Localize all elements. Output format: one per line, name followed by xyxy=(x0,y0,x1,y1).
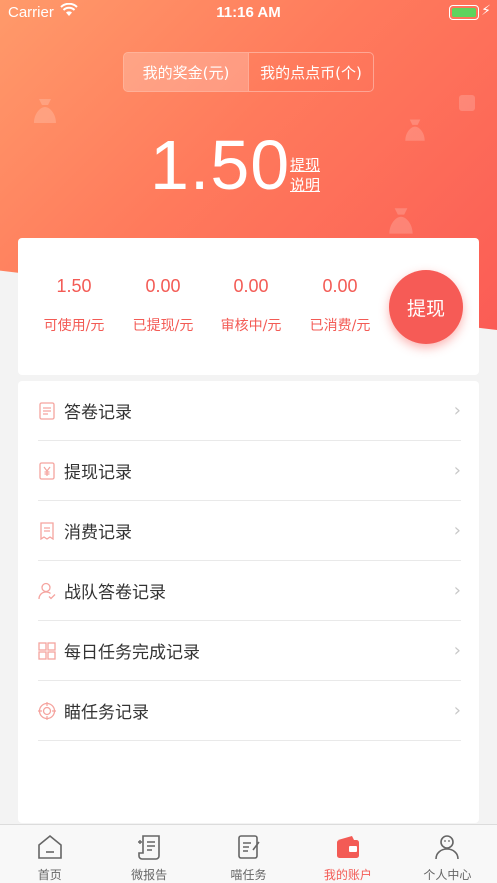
tab-label: 喵任务 xyxy=(230,868,267,882)
stat-reviewing: 0.00 审核中/元 xyxy=(206,276,296,335)
money-bag-icon xyxy=(405,119,425,141)
chevron-right-icon: › xyxy=(453,580,461,601)
stat-label: 可使用/元 xyxy=(43,318,105,334)
tab-account[interactable]: 我的账户 xyxy=(298,825,397,883)
charging-icon: ⚡ xyxy=(481,3,491,19)
target-icon xyxy=(38,701,56,720)
chevron-right-icon: › xyxy=(453,640,461,661)
chevron-right-icon: › xyxy=(453,520,461,541)
money-bag-icon xyxy=(389,208,413,234)
stat-value: 0.00 xyxy=(322,276,358,296)
menu-item-team-records[interactable]: 战队答卷记录 › xyxy=(38,561,461,621)
menu-item-aim-task-records[interactable]: 瞄任务记录 › xyxy=(38,681,461,741)
chevron-right-icon: › xyxy=(453,460,461,481)
tab-home[interactable]: 首页 xyxy=(0,825,99,883)
records-menu: 答卷记录 › 提现记录 › 消费记录 › 战队答卷记录 › 每日任务完成记录 ›… xyxy=(18,381,479,823)
chevron-right-icon: › xyxy=(453,400,461,421)
stat-value: 0.00 xyxy=(233,276,269,296)
stat-label: 已提现/元 xyxy=(132,318,194,334)
menu-item-label: 战队答卷记录 xyxy=(64,583,166,603)
stat-label: 已消费/元 xyxy=(309,318,371,334)
tab-report[interactable]: 微报告 xyxy=(99,825,198,883)
status-time: 11:16 AM xyxy=(216,4,281,21)
tab-label: 首页 xyxy=(37,868,62,882)
stat-value: 1.50 xyxy=(56,276,92,296)
balance-links: 提现 说明 xyxy=(290,155,320,195)
withdraw-button[interactable]: 提现 xyxy=(389,270,463,344)
stat-available: 1.50 可使用/元 xyxy=(29,276,119,335)
tab-label: 个人中心 xyxy=(423,868,472,882)
stat-consumed: 0.00 已消费/元 xyxy=(295,276,385,335)
scroll-icon xyxy=(135,833,163,861)
battery-icon xyxy=(449,5,479,20)
menu-item-label: 每日任务完成记录 xyxy=(64,643,200,663)
stat-withdrawn: 0.00 已提现/元 xyxy=(118,276,208,335)
stat-value: 0.00 xyxy=(145,276,181,296)
tab-task[interactable]: 喵任务 xyxy=(199,825,298,883)
tab-profile[interactable]: 个人中心 xyxy=(398,825,497,883)
grid-icon xyxy=(38,641,56,660)
yuan-icon xyxy=(38,461,56,480)
edit-icon xyxy=(235,833,263,861)
tab-coins[interactable]: 我的点点币(个) xyxy=(248,53,373,91)
user-check-icon xyxy=(38,582,56,600)
menu-item-label: 消费记录 xyxy=(64,523,132,543)
bottom-tab-bar: 首页 微报告 喵任务 我的账户 个人中心 xyxy=(0,824,497,883)
withdraw-link[interactable]: 提现 xyxy=(290,155,320,175)
menu-item-answer-records[interactable]: 答卷记录 › xyxy=(38,381,461,441)
chevron-right-icon: › xyxy=(453,700,461,721)
menu-item-label: 瞄任务记录 xyxy=(64,703,149,723)
wallet-icon xyxy=(334,833,362,861)
menu-item-label: 提现记录 xyxy=(64,463,132,483)
menu-item-daily-task-records[interactable]: 每日任务完成记录 › xyxy=(38,621,461,681)
menu-item-label: 答卷记录 xyxy=(64,403,132,423)
balance-amount: 1.50 xyxy=(150,126,291,204)
receipt-icon xyxy=(38,521,56,540)
menu-item-withdraw-records[interactable]: 提现记录 › xyxy=(38,441,461,501)
explain-link[interactable]: 说明 xyxy=(290,175,320,195)
tab-bonus[interactable]: 我的奖金(元) xyxy=(124,53,248,91)
home-icon xyxy=(36,833,64,861)
balance-type-toggle: 我的奖金(元) 我的点点币(个) xyxy=(123,52,374,92)
menu-item-consumption-records[interactable]: 消费记录 › xyxy=(38,501,461,561)
tab-label: 我的账户 xyxy=(323,868,372,882)
coin-icon xyxy=(459,95,475,111)
money-bag-icon xyxy=(34,99,56,123)
person-icon xyxy=(433,833,461,861)
status-bar: Carrier 11:16 AM ⚡ xyxy=(0,0,497,26)
tab-label: 微报告 xyxy=(131,868,168,882)
stat-label: 审核中/元 xyxy=(220,318,282,334)
document-icon xyxy=(38,401,56,420)
summary-card: 1.50 可使用/元 0.00 已提现/元 0.00 审核中/元 0.00 已消… xyxy=(18,238,479,375)
